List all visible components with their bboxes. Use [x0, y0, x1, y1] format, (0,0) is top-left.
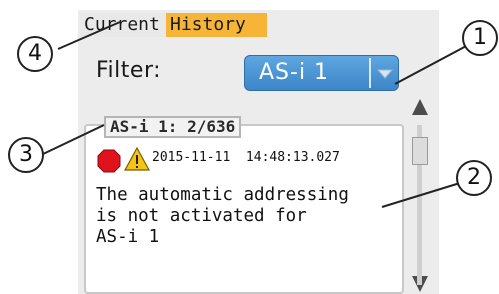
callout-3: 3	[8, 137, 44, 173]
callout-leader-lines	[40, 21, 471, 208]
callout-1: 1	[462, 20, 498, 56]
callout-4: 4	[17, 36, 53, 72]
callout-2: 2	[456, 160, 492, 196]
